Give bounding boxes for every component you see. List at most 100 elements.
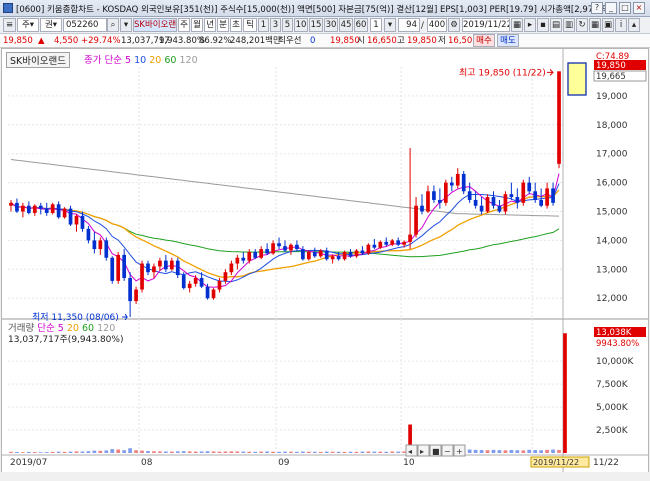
volume-bar[interactable] — [509, 449, 514, 453]
candle-body[interactable] — [181, 275, 186, 289]
period-month[interactable]: 년 — [204, 18, 216, 32]
candle-body[interactable] — [158, 260, 162, 267]
volume-bar[interactable] — [164, 451, 168, 453]
search-icon[interactable]: ⌕ — [107, 18, 119, 32]
candle-body[interactable] — [122, 254, 127, 278]
stock-name-field[interactable]: SK바이오랜드 — [133, 18, 177, 32]
volume-bar[interactable] — [491, 449, 496, 453]
candle-body[interactable] — [62, 208, 67, 218]
candle-body[interactable] — [110, 257, 115, 281]
candle-body[interactable] — [277, 243, 281, 247]
price-panel[interactable] — [2, 49, 648, 319]
candle-body[interactable] — [491, 197, 496, 206]
volume-bar[interactable] — [467, 449, 472, 453]
period-tick[interactable]: 틱 — [243, 18, 257, 32]
date-input[interactable]: 2019/11/22 — [462, 18, 510, 32]
volume-bar[interactable] — [134, 450, 138, 453]
stock-code-input[interactable]: 052260 — [63, 18, 107, 32]
volume-bar[interactable] — [330, 451, 335, 453]
candle-body[interactable] — [378, 241, 383, 248]
candle-body[interactable] — [15, 202, 19, 212]
candle-body[interactable] — [545, 188, 549, 206]
candle-body[interactable] — [432, 191, 436, 200]
volume-bar[interactable] — [372, 451, 377, 453]
candle-body[interactable] — [44, 208, 49, 213]
candle-body[interactable] — [235, 257, 240, 264]
candle-body[interactable] — [265, 249, 269, 254]
volume-bar[interactable] — [324, 451, 329, 453]
candle-body[interactable] — [449, 182, 454, 186]
candle-body[interactable] — [134, 289, 138, 302]
candle-body[interactable] — [116, 254, 121, 281]
volume-bar[interactable] — [396, 451, 401, 453]
volume-bar[interactable] — [360, 451, 365, 453]
volume-bar[interactable] — [152, 451, 156, 453]
candle-body[interactable] — [443, 182, 448, 203]
minute-step-30[interactable]: 30 — [324, 18, 338, 32]
candle-body[interactable] — [414, 205, 418, 235]
volume-bar[interactable] — [104, 450, 109, 453]
volume-bar[interactable] — [169, 451, 174, 453]
volume-bar[interactable] — [140, 450, 144, 453]
volume-bar[interactable] — [27, 451, 31, 453]
minute-step-1[interactable]: 1 — [258, 18, 269, 32]
volume-bar[interactable] — [277, 451, 281, 453]
period-year[interactable]: 분 — [217, 18, 229, 32]
candle-body[interactable] — [503, 194, 508, 212]
volume-bar[interactable] — [193, 451, 198, 453]
period-minute[interactable]: 초 — [230, 18, 242, 32]
candle-body[interactable] — [408, 234, 412, 242]
candle-body[interactable] — [92, 240, 97, 250]
volume-bar[interactable] — [44, 452, 49, 453]
volume-bar[interactable] — [56, 451, 61, 453]
volume-bar[interactable] — [205, 451, 210, 453]
candle-body[interactable] — [455, 173, 460, 186]
candle-body[interactable] — [342, 251, 347, 260]
candle-body[interactable] — [205, 286, 210, 299]
volume-bar[interactable] — [98, 450, 103, 453]
candle-body[interactable] — [473, 199, 478, 206]
next-icon[interactable]: ▸ — [524, 18, 536, 32]
candle-body[interactable] — [301, 249, 305, 260]
volume-bar[interactable] — [50, 451, 55, 453]
period-kind-select[interactable]: 권▾ — [40, 18, 62, 32]
volume-bar[interactable] — [211, 451, 216, 453]
candle-body[interactable] — [152, 266, 156, 273]
candle-body[interactable] — [360, 250, 365, 254]
volume-bar[interactable] — [402, 451, 406, 453]
candle-body[interactable] — [467, 191, 472, 200]
info-icon[interactable]: i — [615, 18, 627, 32]
volume-bar[interactable] — [68, 451, 73, 453]
maximize-button[interactable]: □ — [619, 2, 631, 14]
candle-body[interactable] — [283, 246, 287, 251]
minute-step-5[interactable]: 5 — [282, 18, 293, 32]
volume-bar[interactable] — [199, 451, 204, 453]
candle-body[interactable] — [426, 191, 430, 212]
settings-icon[interactable]: ⚙ — [448, 18, 460, 32]
volume-bar[interactable] — [86, 451, 91, 453]
candle-body[interactable] — [32, 205, 37, 213]
volume-bar[interactable] — [146, 451, 150, 453]
volume-bar[interactable] — [9, 451, 13, 453]
close-button[interactable]: × — [633, 2, 645, 14]
period-day[interactable]: 주 — [178, 18, 190, 32]
candle-body[interactable] — [80, 215, 85, 229]
sell-button[interactable]: 매도 — [497, 34, 519, 47]
volume-bar[interactable] — [128, 448, 132, 453]
volume-bar[interactable] — [551, 449, 555, 453]
volume-bar[interactable] — [384, 451, 389, 453]
candle-body[interactable] — [98, 240, 103, 250]
candle-body[interactable] — [289, 244, 293, 251]
candle-body[interactable] — [551, 188, 555, 203]
volume-bar[interactable] — [527, 449, 532, 453]
candle-body[interactable] — [21, 205, 25, 212]
market-select[interactable]: 주▾ — [17, 18, 39, 32]
volume-bar[interactable] — [271, 451, 275, 453]
candle-body[interactable] — [509, 194, 514, 198]
volume-bar[interactable] — [62, 451, 67, 453]
volume-bar[interactable] — [21, 452, 25, 453]
count-input[interactable]: 94 — [398, 18, 420, 32]
candle-body[interactable] — [74, 215, 79, 225]
lock-icon[interactable]: ▪ — [537, 18, 549, 32]
volume-bar[interactable] — [265, 451, 269, 453]
